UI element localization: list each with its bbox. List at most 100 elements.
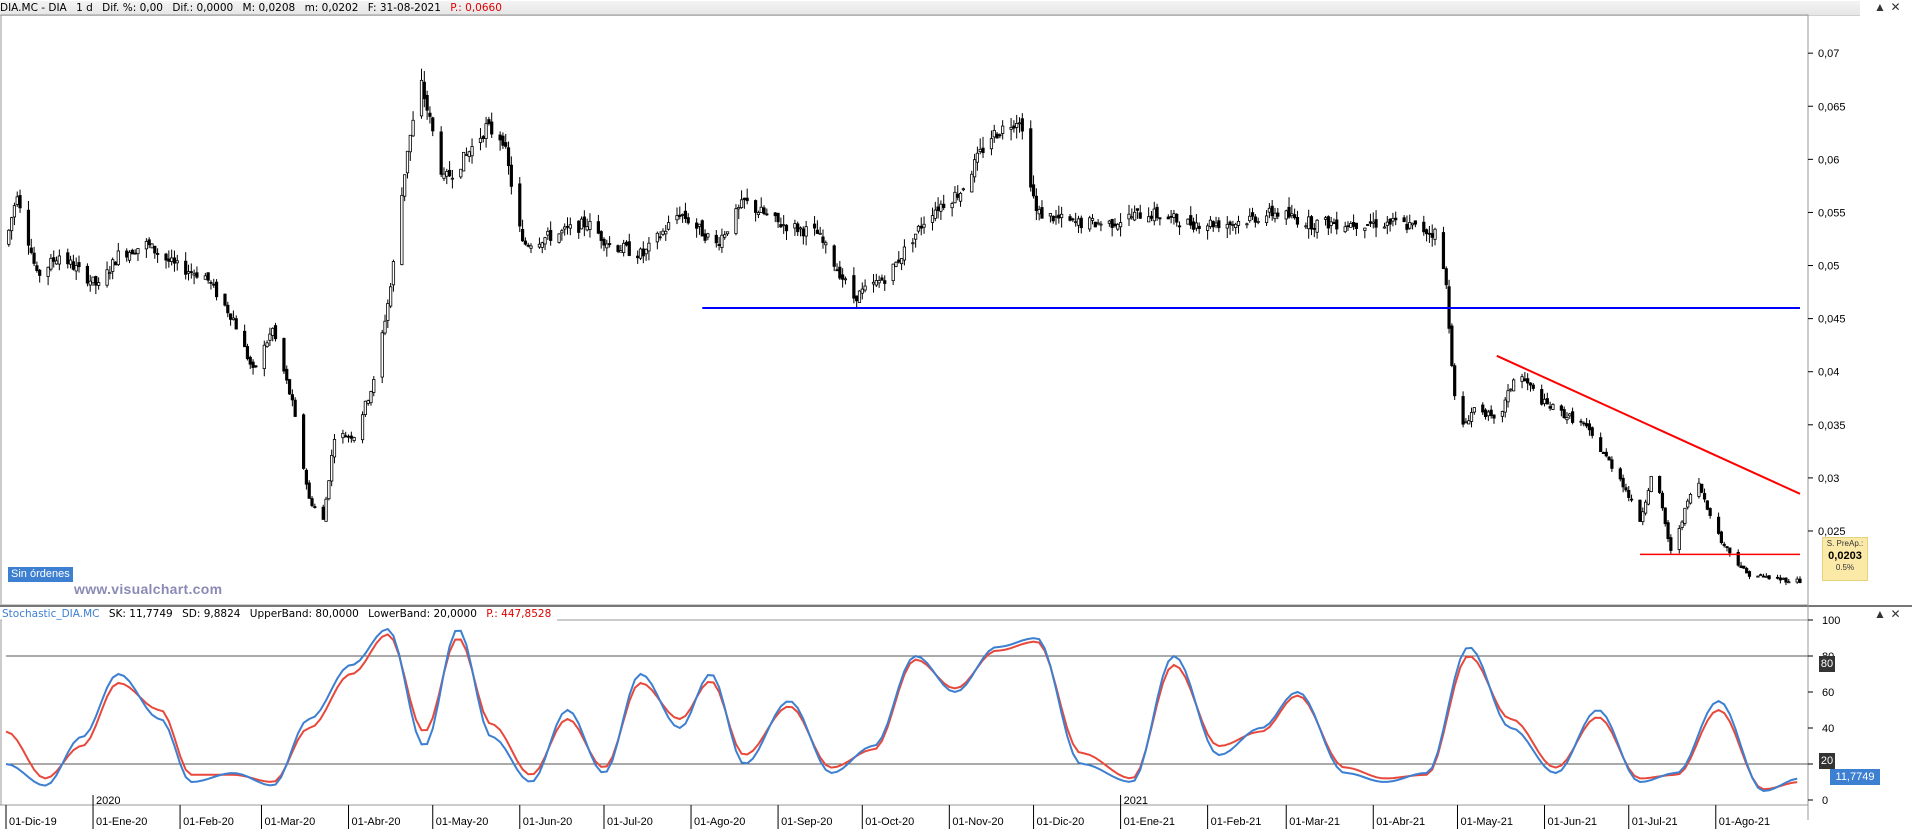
candle-body <box>537 243 542 248</box>
candle-body <box>49 257 53 270</box>
indicator-header: Stochastic_DIA.MC SK: 11,7749 SD: 9,8824… <box>2 607 558 621</box>
candle-body <box>832 245 836 267</box>
candle-body <box>1778 577 1782 581</box>
candle-body <box>1450 325 1454 367</box>
candle-body <box>285 368 289 381</box>
candle-body <box>1444 268 1448 286</box>
candle-body <box>293 399 297 417</box>
candle-body <box>675 215 679 221</box>
chart-canvas[interactable]: 0,07 0,065 0,06 0,055 0,05 0,045 0,04 0,035 0,03… <box>0 0 1912 829</box>
candle-body <box>439 131 443 175</box>
candle-body <box>1658 475 1662 493</box>
candle-body <box>229 313 233 320</box>
candle-body <box>1088 217 1092 230</box>
candle-body <box>754 200 758 213</box>
candle-body <box>815 229 819 234</box>
candle-body <box>46 266 50 277</box>
indicator-maximize-icon[interactable]: ▲ <box>1874 608 1886 620</box>
candle-body <box>113 261 118 266</box>
candle-body <box>1610 459 1614 469</box>
candle-body <box>1523 378 1527 382</box>
candle-body <box>1189 215 1193 226</box>
candle-body <box>71 261 75 270</box>
candle-body <box>1368 221 1373 224</box>
candle-body <box>784 224 789 232</box>
candle-body <box>307 482 311 499</box>
candle-body <box>248 356 252 365</box>
candle-body <box>1054 215 1058 218</box>
candle-body <box>981 147 985 154</box>
candle-body <box>1604 451 1608 457</box>
candle-body <box>1110 218 1114 228</box>
candle-body <box>428 112 432 117</box>
candle-body <box>431 117 435 132</box>
sk-value-label: 11,7749 <box>1830 769 1880 785</box>
date-tick-label: 01-Ago-20 <box>694 816 745 828</box>
candle-body <box>1323 217 1328 220</box>
candle-body <box>1335 219 1339 230</box>
candle-body <box>605 243 609 249</box>
candle-body <box>363 400 367 415</box>
candle-body <box>759 206 763 213</box>
candle-body <box>821 236 825 243</box>
candle-body <box>108 272 112 274</box>
candle-body <box>841 274 845 280</box>
candle-body <box>647 242 651 252</box>
price-tick-label: 0,065 <box>1818 101 1846 113</box>
candle-body <box>1234 223 1238 229</box>
candle-body <box>189 271 193 273</box>
candle-body <box>796 223 800 233</box>
candle-body <box>1506 390 1510 403</box>
candle-body <box>1469 412 1474 422</box>
candle-body <box>1607 456 1611 461</box>
candle-body <box>1492 414 1496 419</box>
candle-body <box>380 332 384 378</box>
candle-body <box>838 266 842 279</box>
candle-body <box>1742 565 1746 569</box>
candle-body <box>1149 215 1154 219</box>
indicator-close-icon[interactable]: ✕ <box>1890 608 1901 620</box>
orders-badge[interactable]: Sin órdenes <box>8 567 73 582</box>
candle-body <box>1312 228 1316 230</box>
candle-body <box>1739 565 1743 568</box>
candle-body <box>523 240 527 245</box>
date-tick-label: 01-Dic-19 <box>9 816 57 828</box>
candle-body <box>717 244 721 246</box>
candle-body <box>52 257 56 262</box>
candle-body <box>681 214 685 216</box>
candle-body <box>860 288 864 294</box>
candle-body <box>773 212 777 217</box>
indicator-p: P.: 447,8528 <box>486 608 552 620</box>
candle-body <box>978 148 982 152</box>
date-tick-label: 01-Abr-20 <box>352 816 401 828</box>
candle-body <box>627 241 631 256</box>
candle-body <box>1559 405 1563 411</box>
candle-body <box>1660 492 1665 509</box>
candle-body <box>1722 543 1726 546</box>
candle-body <box>577 220 581 233</box>
indicator-sd: SD: 9,8824 <box>182 608 241 620</box>
candle-body <box>54 260 59 265</box>
candle-body <box>442 173 446 179</box>
candle-body <box>1430 233 1434 238</box>
candle-body <box>824 242 828 246</box>
candle-body <box>1643 501 1648 514</box>
candle-body <box>1332 222 1336 225</box>
candle-body <box>26 209 31 246</box>
candle-body <box>1175 213 1179 223</box>
candle-body <box>68 259 73 265</box>
candle-body <box>1590 427 1594 436</box>
candle-body <box>619 250 623 253</box>
candle-body <box>408 134 412 153</box>
candle-body <box>1719 531 1723 544</box>
candle-body <box>164 253 168 261</box>
candle-body <box>478 137 483 143</box>
candle-body <box>125 250 129 258</box>
date-tick-label: 01-May-21 <box>1460 816 1513 828</box>
candle-body <box>77 262 81 268</box>
candle-body <box>464 154 469 156</box>
price-tag-title: S. PreAp.: <box>1826 539 1864 548</box>
candle-body <box>1646 490 1650 505</box>
candle-body <box>391 261 396 286</box>
candle-body <box>1307 216 1311 230</box>
